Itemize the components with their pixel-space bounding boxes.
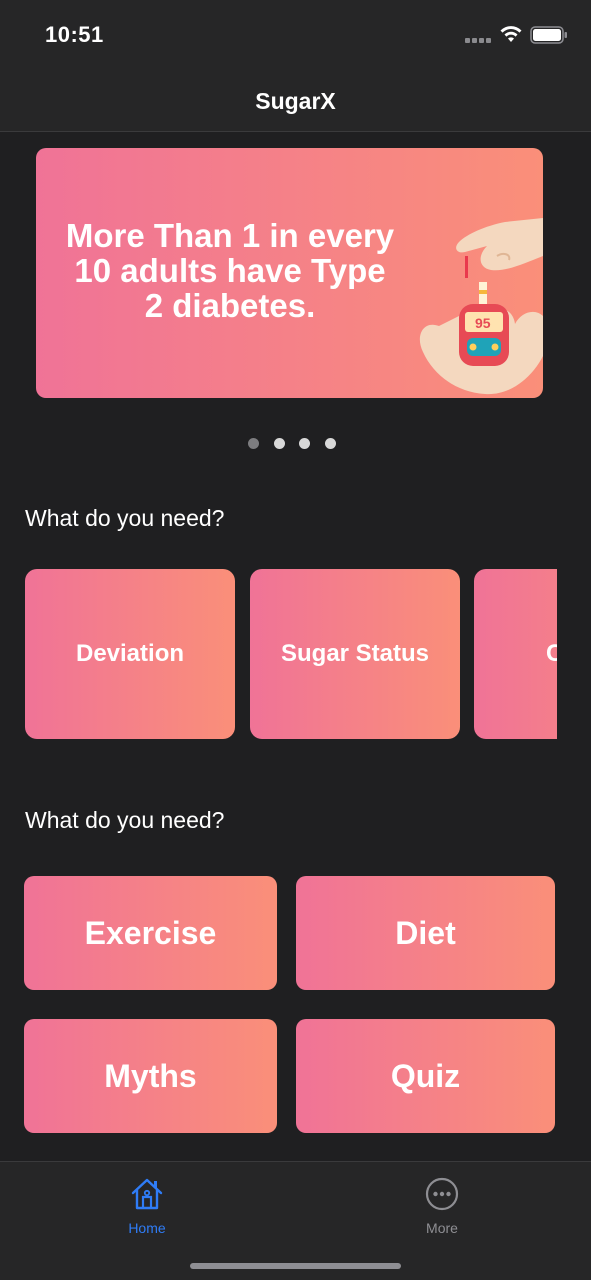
tab-more-label: More — [426, 1220, 458, 1236]
carousel-page-indicator[interactable] — [244, 438, 344, 450]
banner-line: 2 diabetes. — [144, 287, 316, 324]
page-dot[interactable] — [248, 438, 259, 449]
tab-home-label: Home — [128, 1220, 166, 1236]
status-time: 10:51 — [45, 22, 104, 47]
home-icon — [131, 1178, 163, 1210]
section-title: What do you need? — [25, 505, 225, 531]
page-dot[interactable] — [325, 438, 336, 449]
option-card-partial[interactable]: C — [474, 569, 557, 739]
battery-icon — [530, 26, 567, 44]
tab-more[interactable]: More — [382, 1176, 502, 1236]
quiz-card[interactable]: Quiz — [296, 1019, 555, 1133]
myths-card[interactable]: Myths — [24, 1019, 277, 1133]
page-title: SugarX — [255, 88, 336, 114]
more-icon — [425, 1177, 459, 1211]
glucose-meter-illustration: 95 — [419, 218, 543, 395]
option-card-deviation[interactable]: Deviation — [25, 569, 235, 739]
navigation-bar: SugarX — [0, 66, 591, 132]
exercise-card[interactable]: Exercise — [24, 876, 277, 990]
banner-line: More Than 1 in every — [65, 217, 395, 254]
meter-reading: 95 — [475, 315, 491, 331]
status-bar: 10:51 — [0, 0, 591, 66]
home-indicator[interactable] — [190, 1263, 401, 1269]
option-card-sugar-status[interactable]: Sugar Status — [250, 569, 460, 739]
wifi-icon — [500, 26, 522, 42]
banner-line: 10 adults have Type — [74, 252, 386, 289]
options-scroll-row[interactable]: Deviation Sugar Status C — [25, 569, 557, 739]
page-dot[interactable] — [274, 438, 285, 449]
cellular-signal-icon — [465, 38, 493, 44]
tab-home[interactable]: Home — [87, 1176, 207, 1236]
banner-text: More Than 1 in every 10 adults have Type… — [50, 218, 410, 323]
section-title: What do you need? — [25, 807, 225, 833]
page-dot[interactable] — [299, 438, 310, 449]
diet-card[interactable]: Diet — [296, 876, 555, 990]
banner-slide[interactable]: More Than 1 in every 10 adults have Type… — [36, 148, 543, 398]
tab-bar: Home More — [0, 1161, 591, 1280]
